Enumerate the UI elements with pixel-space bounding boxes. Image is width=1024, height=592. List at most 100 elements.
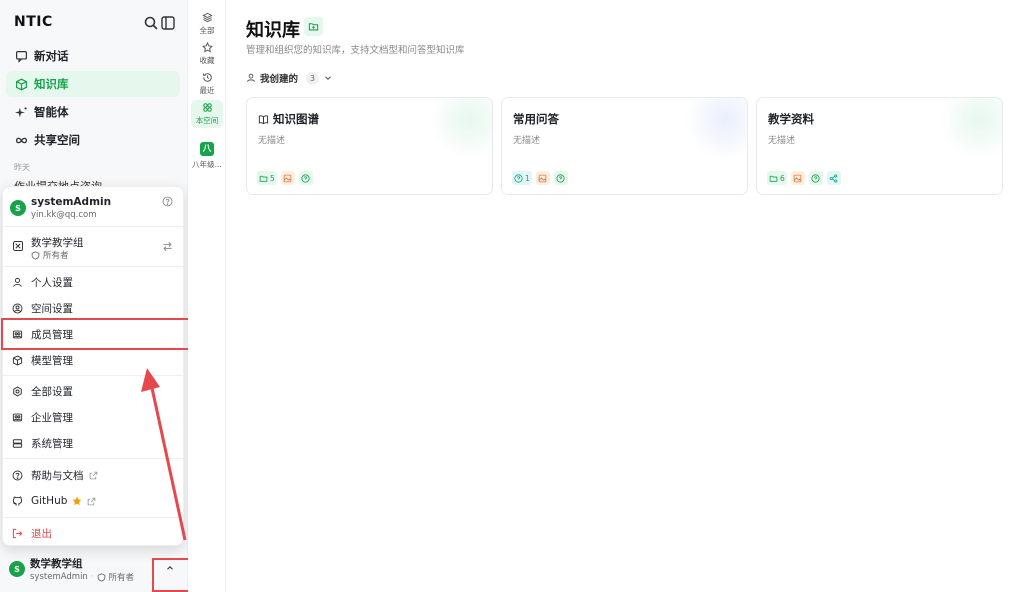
tag-count: 1: [525, 173, 530, 183]
rail-space-grade8[interactable]: 八 八年级...: [192, 142, 222, 170]
folder-icon: [769, 175, 778, 182]
cube-icon: [16, 78, 27, 90]
menu-item-label: 企业管理: [31, 411, 73, 424]
history-group-label: 昨天: [14, 163, 30, 172]
question-circle-icon: [811, 173, 820, 183]
share-tag: [826, 171, 841, 185]
menu-team-name: 数学教学组: [31, 237, 84, 249]
rail-label: 收藏: [199, 56, 215, 65]
menu-item-label: 模型管理: [31, 354, 73, 367]
card-description: 无描述: [768, 136, 796, 146]
rail-this-space[interactable]: 本空间: [191, 100, 223, 128]
knowledge-card[interactable]: 教学资料 无描述 6: [756, 97, 1003, 195]
menu-item-label: 退出: [31, 527, 52, 540]
menu-team-role: 所有者: [31, 249, 69, 261]
menu-team-role-label: 所有者: [43, 251, 69, 261]
tag-count: 6: [780, 173, 785, 183]
rail-favorites[interactable]: 收藏: [191, 40, 223, 68]
shield-icon: [31, 250, 40, 260]
rail-recent[interactable]: 最近: [191, 70, 223, 98]
card-tags: 1: [512, 171, 568, 185]
help-icon: [12, 470, 23, 480]
menu-user-email: yin.kk@qq.com: [31, 210, 97, 220]
layers-icon: [201, 12, 213, 23]
qa-count-tag: 1: [512, 171, 532, 185]
page-title: 知识库: [246, 20, 300, 41]
menu-system-management[interactable]: 系统管理: [3, 430, 183, 456]
sparkle-icon: [15, 106, 27, 117]
app-logo: NTIC: [14, 14, 53, 30]
knowledge-card[interactable]: 常用问答 无描述 1: [501, 97, 748, 195]
card-title: 知识图谱: [258, 111, 319, 127]
menu-personal-settings[interactable]: 个人设置: [3, 269, 183, 295]
avatar: S: [9, 561, 25, 577]
book-icon: [258, 114, 269, 124]
star-icon: [73, 496, 82, 506]
image-tag: [790, 171, 805, 185]
user-circle-icon: [12, 303, 23, 313]
owner-filter-dropdown[interactable]: 我创建的 3: [246, 71, 333, 85]
add-folder-button[interactable]: [304, 17, 323, 36]
card-description: 无描述: [258, 136, 286, 146]
menu-model-management[interactable]: 模型管理: [3, 347, 183, 373]
user-icon: [247, 73, 255, 82]
menu-github[interactable]: GitHub: [3, 488, 183, 514]
card-title: 常用问答: [513, 111, 559, 127]
menu-enterprise-management[interactable]: 企业管理: [3, 404, 183, 430]
card-decoration: [940, 98, 1002, 160]
box-icon: [12, 354, 23, 366]
filter-label: 我创建的: [260, 74, 299, 85]
card-decoration: [430, 98, 492, 160]
filter-count: 3: [306, 71, 320, 85]
card-tags: 6: [767, 171, 841, 185]
enterprise-icon: [12, 413, 23, 421]
nav-knowledge-base[interactable]: 知识库: [6, 71, 180, 97]
image-icon: [283, 174, 292, 182]
nav-label: 知识库: [34, 77, 69, 91]
question-circle-icon[interactable]: [162, 196, 173, 207]
nav-label: 新对话: [34, 49, 69, 63]
nav-agents[interactable]: 智能体: [6, 99, 180, 125]
menu-item-label: 空间设置: [31, 302, 73, 315]
nav-new-chat[interactable]: 新对话: [6, 43, 180, 69]
current-user-meta: systemAdmin · 所有者: [30, 572, 135, 583]
menu-logout[interactable]: 退出: [3, 520, 183, 546]
qa-tag: [808, 171, 823, 185]
rail-all[interactable]: 全部: [191, 10, 223, 38]
user-icon: [13, 277, 22, 287]
server-icon: [12, 438, 23, 448]
knowledge-card[interactable]: 知识图谱 无描述 5: [246, 97, 493, 195]
nav-label: 共享空间: [34, 133, 80, 147]
menu-all-settings[interactable]: 全部设置: [3, 378, 183, 404]
team-logo-icon: [13, 241, 23, 251]
card-decoration: [685, 98, 747, 160]
star-outline-icon: [201, 42, 213, 53]
menu-team-row[interactable]: 数学教学组 所有者: [3, 227, 183, 267]
infinity-icon: [15, 137, 28, 143]
chat-icon: [16, 50, 27, 63]
folder-count-tag: 5: [257, 171, 277, 185]
question-circle-icon: [514, 173, 523, 183]
page-description: 管理和组织您的知识库，支持文档型和问答型知识库: [246, 45, 465, 56]
qa-tag: [553, 171, 568, 185]
menu-item-label: GitHub: [31, 495, 68, 507]
menu-help-docs[interactable]: 帮助与文档: [3, 462, 183, 488]
card-title-text: 知识图谱: [273, 112, 319, 126]
search-icon[interactable]: [143, 15, 159, 31]
swap-icon[interactable]: [162, 241, 173, 252]
nav-shared-space[interactable]: 共享空间: [6, 127, 180, 153]
image-tag: [280, 171, 295, 185]
image-tag: [535, 171, 550, 185]
share-icon: [829, 173, 838, 183]
menu-item-label: 帮助与文档: [31, 469, 84, 482]
menu-user-name: systemAdmin: [31, 196, 112, 208]
account-menu: S systemAdmin yin.kk@qq.com 数学教学组 所有者 个人…: [2, 186, 184, 546]
card-title-text: 常用问答: [513, 112, 559, 126]
card-description: 无描述: [513, 136, 541, 146]
rail-label: 本空间: [195, 116, 219, 125]
menu-divider: [3, 375, 183, 376]
question-circle-icon: [301, 173, 310, 183]
menu-item-label: 系统管理: [31, 437, 73, 450]
image-icon: [538, 174, 547, 182]
sidebar-toggle-icon[interactable]: [160, 15, 176, 31]
